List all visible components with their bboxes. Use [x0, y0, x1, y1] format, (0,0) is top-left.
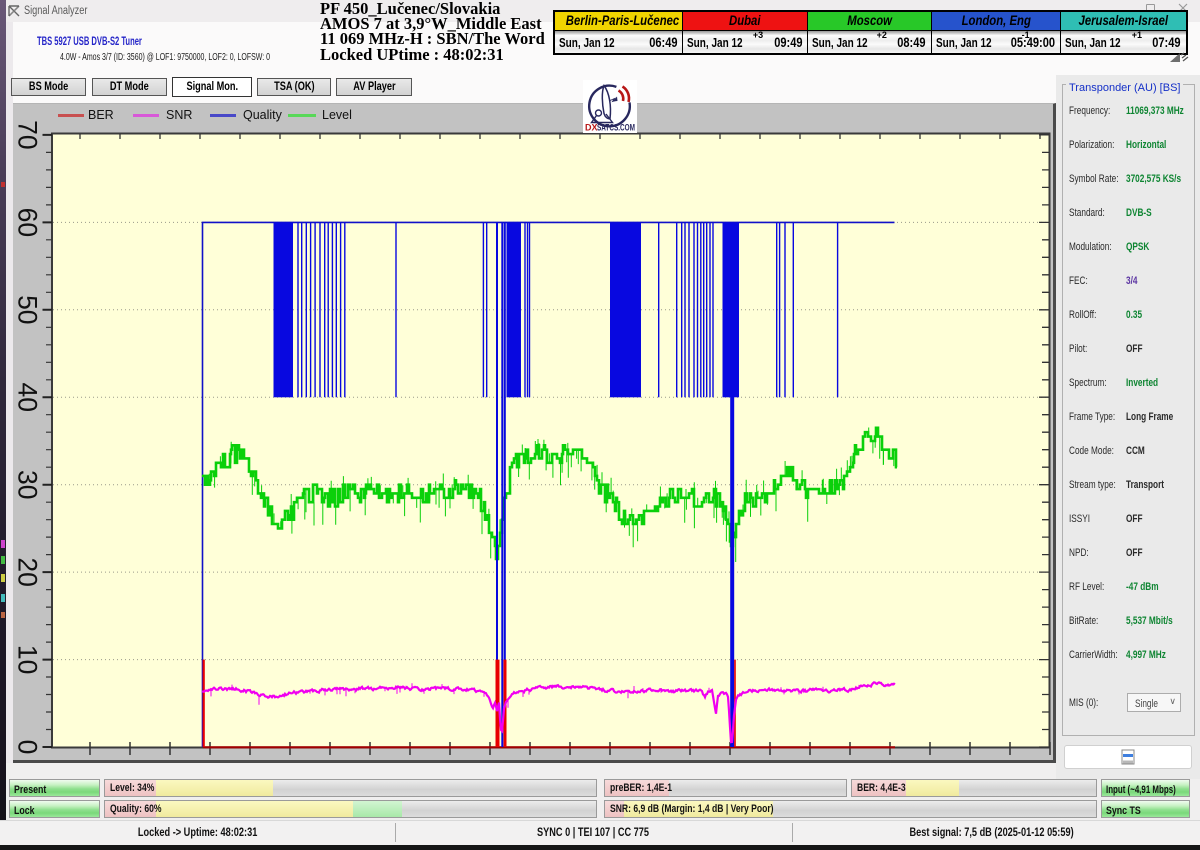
svg-text:DX: DX	[585, 123, 598, 133]
svg-text:SATCS.COM: SATCS.COM	[597, 123, 635, 133]
